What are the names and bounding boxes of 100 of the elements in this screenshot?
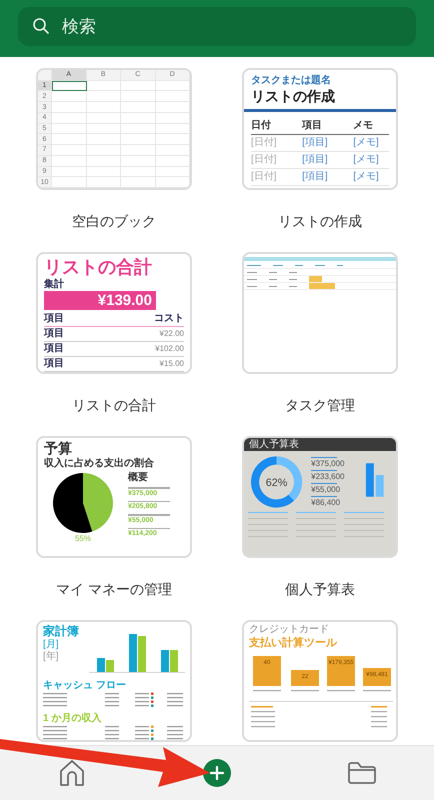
- text-line: [311, 470, 338, 471]
- total-amount: ¥139.00: [44, 291, 156, 310]
- section-title: キャッシュ フロー: [43, 680, 127, 692]
- table-cell: [86, 166, 121, 178]
- template-title[interactable]: リストの作成: [278, 211, 362, 231]
- home-icon[interactable]: [59, 759, 86, 787]
- table-cell: [156, 177, 190, 188]
- table-cell: [52, 177, 86, 188]
- text-line: [315, 264, 325, 266]
- table-cell: [86, 102, 121, 113]
- plus-icon: [210, 766, 224, 780]
- corner-cell: [38, 70, 52, 81]
- table-cell: [52, 134, 86, 146]
- template-thumbnail[interactable]: タスクまたは題名 リストの作成 日付 項目 メモ [日付] [項目] [メモ] [日付] [項目] [メモ] [日付] [項目] [メモ]: [242, 68, 398, 190]
- text-line: [247, 278, 257, 280]
- table-cell-text: [項目]: [302, 153, 329, 167]
- table-cell: [86, 156, 121, 167]
- table-cell: ¥22.00: [160, 328, 184, 340]
- search-field[interactable]: 検索: [18, 7, 416, 46]
- amount: ¥375,000: [311, 459, 346, 468]
- template-title[interactable]: リストの合計: [72, 395, 156, 415]
- table-cell: [156, 80, 190, 92]
- template-thumbnail[interactable]: リストの合計 集計 ¥139.00 項目 コスト 項目 ¥22.00 項目 ¥102.00 項目 ¥15.00: [36, 252, 192, 374]
- year-label: [年]: [43, 651, 60, 663]
- text-line: [291, 690, 319, 692]
- chart-title: 収入に占める支出の割合: [44, 457, 155, 470]
- sheet-subtitle: タスクまたは題名: [251, 75, 332, 87]
- table-cell-text: [項目]: [302, 136, 329, 150]
- template-title[interactable]: 個人予算表: [285, 579, 355, 599]
- table-cell: [121, 124, 156, 134]
- text-line: [128, 528, 170, 529]
- table-cell-text: [項目]: [302, 170, 329, 184]
- amount: ¥86,400: [311, 498, 342, 507]
- table-cell-text: [日付]: [251, 170, 278, 184]
- sheet-caption: クレジットカード: [249, 624, 330, 636]
- table-cell: [156, 124, 190, 134]
- column-header: メモ: [353, 119, 374, 133]
- column-header: 項目: [44, 313, 64, 325]
- folder-icon[interactable]: [346, 761, 377, 785]
- sheet-title: 個人予算表: [244, 438, 396, 451]
- table-cell: 項目: [44, 343, 64, 355]
- table-cell: [156, 102, 190, 113]
- template-thumbnail[interactable]: [242, 252, 398, 374]
- text-line: [337, 264, 343, 266]
- text-line: [128, 487, 170, 488]
- table-cell: [121, 145, 156, 156]
- text-line: [311, 496, 338, 497]
- table-cell: [52, 124, 86, 134]
- table-cell: 項目: [44, 328, 64, 340]
- table-cell: [86, 134, 121, 146]
- bar: [291, 670, 319, 686]
- amount: ¥55,000: [311, 485, 342, 494]
- text-line: [273, 264, 283, 266]
- table-cell: [86, 177, 121, 188]
- table-cell: [156, 91, 190, 102]
- add-button[interactable]: [202, 759, 231, 787]
- template-title[interactable]: マイ マネーの管理: [56, 579, 172, 599]
- table-cell-text: [メモ]: [353, 153, 380, 167]
- section-title: 1 か月の収入: [43, 713, 102, 725]
- text-line: [289, 278, 297, 280]
- table-cell: [156, 112, 190, 124]
- percent-label: 55%: [74, 534, 91, 544]
- table-cell: [156, 145, 190, 156]
- table-cell: [86, 124, 121, 134]
- table-cell: ¥102.00: [155, 343, 184, 355]
- sheet-title: リストの合計: [44, 257, 153, 278]
- template-thumbnail[interactable]: 個人予算表 62% ¥375,000 ¥233,600 ¥55,000 ¥86,400: [242, 436, 398, 558]
- table-cell: [86, 145, 121, 156]
- column-header: 項目: [302, 119, 324, 133]
- sheet-title: リストの作成: [251, 87, 336, 105]
- summary-heading: 概要: [128, 472, 149, 484]
- bar: [253, 656, 281, 686]
- template-title[interactable]: 空白のブック: [72, 211, 156, 231]
- table-cell: [156, 166, 190, 178]
- table-cell: [121, 102, 156, 113]
- table-cell: [121, 177, 156, 188]
- month-label: [月]: [43, 639, 60, 651]
- table-cell: [52, 156, 86, 167]
- table-cell: [121, 156, 156, 167]
- column-header: 日付: [251, 119, 272, 133]
- text-line: [363, 690, 391, 692]
- table-cell-text: [日付]: [251, 153, 278, 167]
- table-cell: [52, 145, 86, 156]
- text-line: [269, 278, 277, 280]
- table-cell: [52, 91, 86, 102]
- template-title[interactable]: タスク管理: [285, 395, 355, 415]
- bar: [327, 656, 355, 686]
- text-line: [128, 514, 170, 516]
- percent-label: 62%: [266, 476, 288, 489]
- table-cell-text: [日付]: [251, 136, 278, 150]
- table-cell: [121, 166, 156, 178]
- total-label: 集計: [44, 278, 65, 291]
- table-cell: ¥15.00: [160, 358, 184, 370]
- table-cell-text: [メモ]: [353, 136, 380, 150]
- text-line: [128, 500, 170, 502]
- text-line: [253, 690, 281, 692]
- text-line: [311, 457, 338, 458]
- amount: ¥233,600: [311, 472, 346, 481]
- sheet-title: 予算: [44, 440, 73, 457]
- table-cell: [52, 112, 86, 124]
